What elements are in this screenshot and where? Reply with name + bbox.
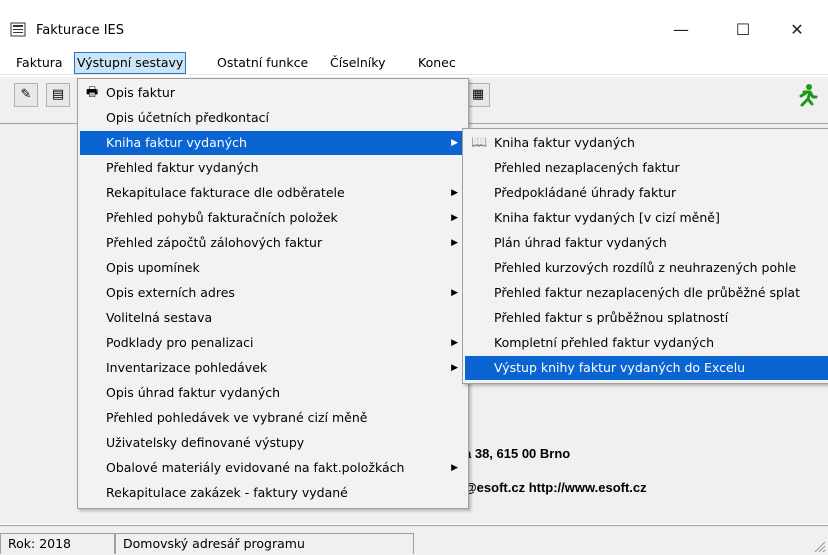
submenu-arrow-icon: ▶ <box>451 188 458 198</box>
submenu-item-nezaplacene-prubezna[interactable]: Přehled faktur nezaplacených dle průběžn… <box>465 281 828 305</box>
open-book-icon: 📖 <box>471 135 488 150</box>
menu-item-uzivatelske-vystupy[interactable]: Uživatelsky definované výstupy <box>80 431 466 455</box>
toolbar-edit-icon[interactable]: ✎ <box>14 83 38 107</box>
menu-item-volitelna-sestava[interactable]: Volitelná sestava <box>80 306 466 330</box>
submenu-item-kniha-cizi-mena[interactable]: Kniha faktur vydaných [v cizí měně] <box>465 206 828 230</box>
toolbar-document-icon[interactable]: ▤ <box>46 83 70 107</box>
kniha-faktur-submenu: 📖 Kniha faktur vydaných Přehled nezaplac… <box>462 128 828 384</box>
resize-grip-icon[interactable] <box>812 539 826 553</box>
submenu-arrow-icon: ▶ <box>451 238 458 248</box>
menu-ciselniky[interactable]: Číselníky <box>328 53 387 73</box>
menu-item-opis-uhrad[interactable]: Opis úhrad faktur vydaných <box>80 381 466 405</box>
submenu-item-predpokladane-uhrady[interactable]: Předpokládané úhrady faktur <box>465 181 828 205</box>
menu-item-prehled-zapoctu[interactable]: Přehled zápočtů zálohových faktur ▶ <box>80 231 466 255</box>
window-title: Fakturace IES <box>36 23 125 38</box>
vystupni-sestavy-dropdown: 🖶 Opis faktur Opis účetních předkontací … <box>77 78 469 509</box>
menu-item-opis-externich-adres[interactable]: Opis externích adres ▶ <box>80 281 466 305</box>
submenu-arrow-icon: ▶ <box>451 288 458 298</box>
submenu-arrow-icon: ▶ <box>451 138 458 148</box>
submenu-item-prubezna-splatnost[interactable]: Přehled faktur s průběžnou splatností <box>465 306 828 330</box>
menu-vystupni-sestavy[interactable]: Výstupní sestavy <box>74 52 187 74</box>
status-year: Rok: 2018 <box>0 533 115 554</box>
submenu-item-plan-uhrad[interactable]: Plán úhrad faktur vydaných <box>465 231 828 255</box>
minimize-button[interactable]: — <box>658 14 704 44</box>
company-address: a 38, 615 00 Brno <box>464 446 571 461</box>
maximize-button[interactable]: ☐ <box>720 14 766 44</box>
menu-faktura[interactable]: Faktura <box>14 53 65 73</box>
printer-icon: 🖶 <box>86 85 99 100</box>
menu-konec[interactable]: Konec <box>416 53 458 73</box>
menu-item-rekapitulace-zakazek[interactable]: Rekapitulace zakázek - faktury vydané <box>80 481 466 505</box>
submenu-arrow-icon: ▶ <box>451 463 458 473</box>
menu-item-prehled-faktur[interactable]: Přehled faktur vydaných <box>80 156 466 180</box>
menu-item-opis-predkontaci[interactable]: Opis účetních předkontací <box>80 106 466 130</box>
submenu-arrow-icon: ▶ <box>451 213 458 223</box>
status-home-dir: Domovský adresář programu <box>115 533 414 554</box>
menu-item-inventarizace[interactable]: Inventarizace pohledávek ▶ <box>80 356 466 380</box>
menu-item-prehled-pohybu[interactable]: Přehled pohybů fakturačních položek ▶ <box>80 206 466 230</box>
submenu-arrow-icon: ▶ <box>451 338 458 348</box>
app-icon <box>10 22 26 37</box>
status-bar: Rok: 2018 Domovský adresář programu <box>0 525 828 555</box>
submenu-item-kurzove-rozdily[interactable]: Přehled kurzových rozdílů z neuhrazených… <box>465 256 828 280</box>
green-running-man-icon[interactable] <box>796 83 818 107</box>
title-bar: Fakturace IES — ☐ ✕ <box>0 0 828 44</box>
submenu-item-export-excel[interactable]: Výstup knihy faktur vydaných do Excelu <box>465 356 828 380</box>
menu-item-opis-upominek[interactable]: Opis upomínek <box>80 256 466 280</box>
menu-ostatni-funkce[interactable]: Ostatní funkce <box>215 53 310 73</box>
submenu-item-nezaplacene[interactable]: Přehled nezaplacených faktur <box>465 156 828 180</box>
toolbar-sheet-icon[interactable]: ▦ <box>466 83 490 107</box>
submenu-item-kompletni-prehled[interactable]: Kompletní přehled faktur vydaných <box>465 331 828 355</box>
menu-item-obalove-materialy[interactable]: Obalové materiály evidované na fakt.polo… <box>80 456 466 480</box>
menu-item-opis-faktur[interactable]: 🖶 Opis faktur <box>80 81 466 105</box>
close-button[interactable]: ✕ <box>774 14 820 44</box>
company-contact: @esoft.cz http://www.esoft.cz <box>464 480 647 495</box>
submenu-item-kniha-faktur[interactable]: 📖 Kniha faktur vydaných <box>465 131 828 155</box>
menu-item-podklady-penalizace[interactable]: Podklady pro penalizaci ▶ <box>80 331 466 355</box>
submenu-arrow-icon: ▶ <box>451 363 458 373</box>
menu-item-kniha-faktur[interactable]: Kniha faktur vydaných ▶ <box>80 131 466 155</box>
menu-item-pohledavky-cizi-mena[interactable]: Přehled pohledávek ve vybrané cizí měně <box>80 406 466 430</box>
menu-bar: Faktura Výstupní sestavy Ostatní funkce … <box>0 50 828 75</box>
menu-item-rekapitulace-odberatel[interactable]: Rekapitulace fakturace dle odběratele ▶ <box>80 181 466 205</box>
